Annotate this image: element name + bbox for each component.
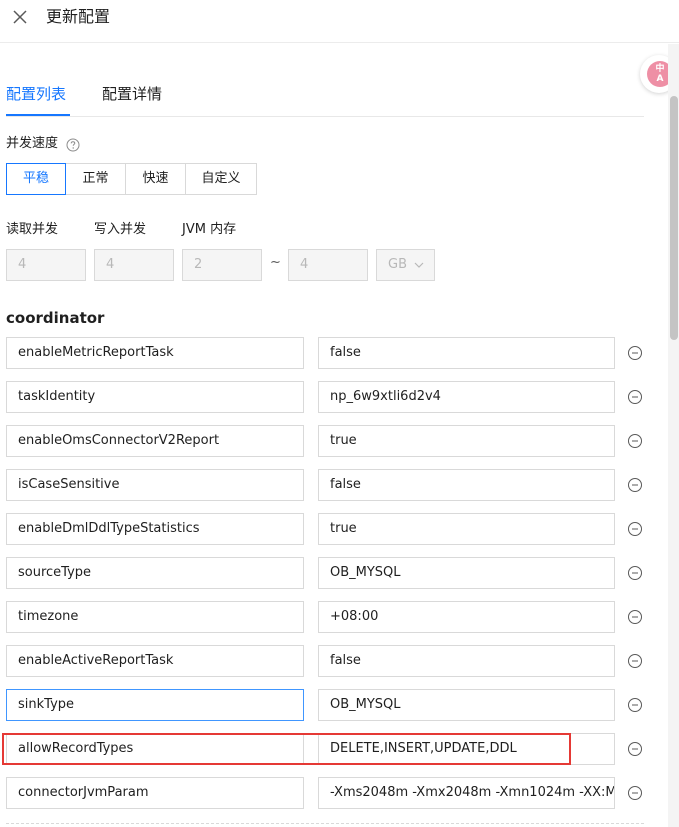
remove-circle-icon[interactable]	[627, 609, 643, 625]
tab-bar: 配置列表 配置详情	[6, 83, 644, 117]
config-value-input[interactable]: false	[318, 469, 615, 501]
remove-circle-icon[interactable]	[627, 697, 643, 713]
config-key-input[interactable]: sourceType	[6, 557, 304, 589]
config-key-input[interactable]: enableMetricReportTask	[6, 337, 304, 369]
read-concurrency-label: 读取并发	[6, 222, 59, 237]
speed-option-custom[interactable]: 自定义	[185, 163, 257, 195]
config-key-input[interactable]: enableActiveReportTask	[6, 645, 304, 677]
tab-config-list[interactable]: 配置列表	[6, 83, 66, 105]
config-key-input[interactable]: enableOmsConnectorV2Report	[6, 425, 304, 457]
active-tab-indicator	[6, 114, 70, 116]
jvm-max-input[interactable]: 4	[288, 249, 368, 281]
config-value-input[interactable]: DELETE,INSERT,UPDATE,DDL	[318, 733, 615, 765]
page-title: 更新配置	[46, 7, 111, 26]
config-value-input[interactable]: OB_MYSQL	[318, 557, 615, 589]
memory-unit-value: GB	[388, 257, 407, 272]
panel-header: 更新配置	[0, 0, 679, 43]
config-value-input[interactable]: false	[318, 337, 615, 369]
config-value-input[interactable]: false	[318, 645, 615, 677]
section-title: coordinator	[6, 309, 105, 327]
remove-circle-icon[interactable]	[627, 565, 643, 581]
config-value-input[interactable]: -Xms2048m -Xmx2048m -Xmn1024m -XX:M	[318, 777, 615, 809]
scrollbar-thumb[interactable]	[670, 96, 678, 340]
help-icon[interactable]	[66, 138, 80, 152]
jvm-memory-label: JVM 内存	[182, 222, 237, 237]
speed-label: 并发速度	[6, 136, 59, 151]
remove-circle-icon[interactable]	[627, 345, 643, 361]
remove-circle-icon[interactable]	[627, 653, 643, 669]
chevron-down-icon	[414, 262, 424, 268]
remove-circle-icon[interactable]	[627, 741, 643, 757]
remove-circle-icon[interactable]	[627, 389, 643, 405]
config-key-input[interactable]: connectorJvmParam	[6, 777, 304, 809]
config-key-input[interactable]: enableDmlDdlTypeStatistics	[6, 513, 304, 545]
speed-option-fast[interactable]: 快速	[125, 163, 186, 195]
remove-circle-icon[interactable]	[627, 477, 643, 493]
remove-circle-icon[interactable]	[627, 521, 643, 537]
config-key-input[interactable]: allowRecordTypes	[6, 733, 304, 765]
jvm-min-input[interactable]: 2	[182, 249, 262, 281]
config-value-input[interactable]: np_6w9xtli6d2v4	[318, 381, 615, 413]
range-separator: ~	[270, 255, 281, 270]
update-config-panel: 更新配置 中 A 配置列表 配置详情 并发速度 平稳 正常 快速 自定义 读取并…	[0, 0, 679, 827]
config-key-input[interactable]: taskIdentity	[6, 381, 304, 413]
speed-option-normal[interactable]: 正常	[65, 163, 126, 195]
config-key-input[interactable]: timezone	[6, 601, 304, 633]
close-icon	[13, 10, 27, 24]
add-row-area[interactable]	[6, 823, 644, 827]
config-key-input[interactable]: isCaseSensitive	[6, 469, 304, 501]
config-value-input[interactable]: OB_MYSQL	[318, 689, 615, 721]
close-button[interactable]	[9, 6, 31, 28]
remove-circle-icon[interactable]	[627, 433, 643, 449]
read-concurrency-input[interactable]: 4	[6, 249, 86, 281]
write-concurrency-label: 写入并发	[94, 222, 147, 237]
config-value-input[interactable]: true	[318, 513, 615, 545]
tab-config-detail[interactable]: 配置详情	[102, 83, 162, 105]
write-concurrency-input[interactable]: 4	[94, 249, 174, 281]
memory-unit-select[interactable]: GB	[376, 249, 435, 281]
remove-circle-icon[interactable]	[627, 785, 643, 801]
config-value-input[interactable]: true	[318, 425, 615, 457]
speed-option-steady[interactable]: 平稳	[6, 163, 66, 195]
config-key-input[interactable]: sinkType	[6, 689, 304, 721]
config-value-input[interactable]: +08:00	[318, 601, 615, 633]
